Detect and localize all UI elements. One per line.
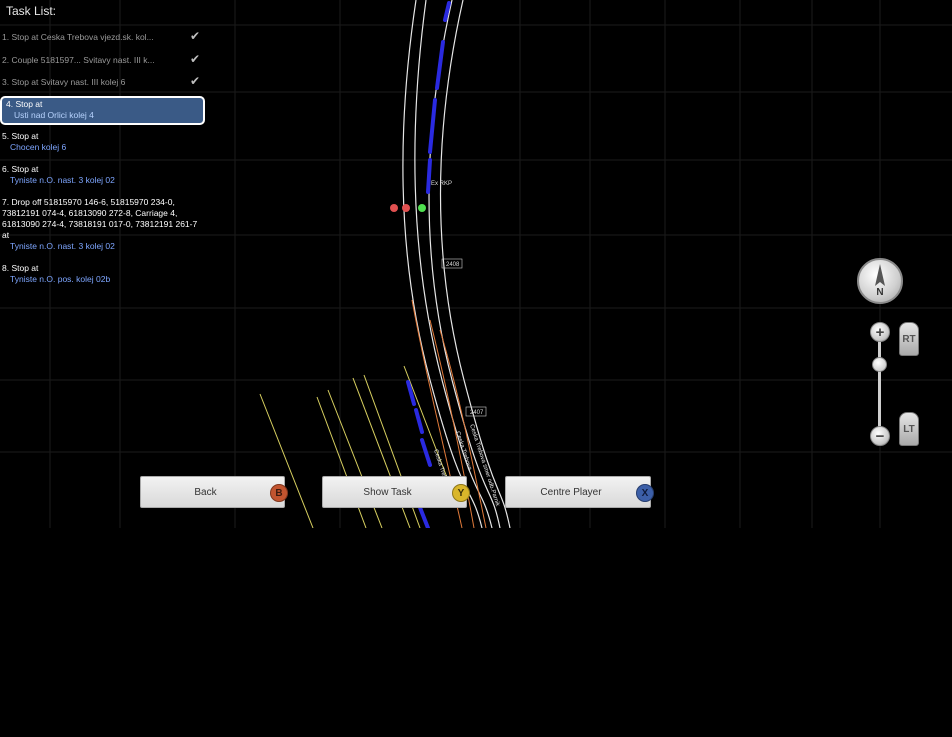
- centre-player-button-label: Centre Player: [540, 486, 602, 498]
- zoom-slider-handle[interactable]: [872, 357, 887, 372]
- lt-trigger-icon: LT: [899, 412, 919, 446]
- back-button[interactable]: Back B: [140, 476, 288, 508]
- x-button-icon: X: [636, 484, 654, 502]
- checkmark-icon: ✔: [189, 74, 200, 88]
- compass[interactable]: N: [857, 258, 903, 304]
- task-item-7[interactable]: 7. Drop off 51815970 146-6, 51815970 234…: [2, 197, 198, 252]
- task-location: Tyniste n.O. nast. 3 kolej 02: [10, 241, 115, 251]
- zoom-slider-track[interactable]: [878, 332, 881, 436]
- back-button-label: Back: [194, 486, 217, 498]
- task-item-1[interactable]: 1. Stop at Ceska Trebova vjezd.sk. kol..…: [2, 29, 202, 46]
- task-item-4[interactable]: 4. Stop at Usti nad Orlici kolej 4: [0, 96, 205, 125]
- task-head: 4. Stop at: [6, 99, 43, 109]
- show-task-button[interactable]: Show Task Y: [322, 476, 470, 508]
- signals: [390, 204, 426, 212]
- task-head: 5. Stop at: [2, 131, 39, 141]
- checkmark-icon: ✔: [189, 29, 200, 43]
- task-head: 7. Drop off 51815970 146-6, 51815970 234…: [2, 197, 198, 240]
- task-item-5[interactable]: 5. Stop at Chocen kolej 6: [2, 131, 202, 153]
- task-text: 1. Stop at Ceska Trebova vjezd.sk. kol..…: [2, 32, 154, 42]
- y-button-icon: Y: [452, 484, 470, 502]
- signal-green: [418, 204, 426, 212]
- task-text: 3. Stop at Svitavy nast. III kolej 6: [2, 77, 126, 87]
- centre-player-button[interactable]: Centre Player X: [505, 476, 654, 508]
- task-location: Usti nad Orlici kolej 4: [14, 110, 94, 120]
- signal-red-1: [390, 204, 398, 212]
- task-location: Chocen kolej 6: [10, 142, 67, 152]
- b-button-icon: B: [270, 484, 288, 502]
- signal-red-2: [402, 204, 410, 212]
- task-item-2[interactable]: 2. Couple 5181597... Svitavy nast. III k…: [2, 52, 202, 69]
- task-item-3[interactable]: 3. Stop at Svitavy nast. III kolej 6 ✔: [2, 74, 202, 91]
- zoom-out-button[interactable]: −: [870, 426, 890, 446]
- task-head: 8. Stop at: [2, 263, 39, 273]
- show-task-button-label: Show Task: [363, 486, 412, 498]
- marker-ex-rkp: Ex RKP: [431, 181, 452, 187]
- task-list-title: Task List:: [6, 4, 57, 18]
- marker-2408: 2408: [446, 262, 460, 268]
- checkmark-icon: ✔: [189, 52, 200, 66]
- task-item-8[interactable]: 8. Stop at Tyniste n.O. pos. kolej 02b: [2, 263, 202, 285]
- compass-north-label: N: [876, 287, 884, 298]
- task-head: 6. Stop at: [2, 164, 39, 174]
- task-location: Tyniste n.O. pos. kolej 02b: [10, 274, 111, 284]
- train-consist: [406, 1, 451, 528]
- zoom-in-button[interactable]: +: [870, 322, 890, 342]
- task-item-6[interactable]: 6. Stop at Tyniste n.O. nast. 3 kolej 02: [2, 164, 202, 186]
- map-markers: Ex RKP 2408 2407: [431, 181, 487, 417]
- marker-2407: 2407: [470, 410, 484, 416]
- rt-trigger-icon: RT: [899, 322, 919, 356]
- task-location: Tyniste n.O. nast. 3 kolej 02: [10, 175, 115, 185]
- task-text: 2. Couple 5181597... Svitavy nast. III k…: [2, 55, 155, 65]
